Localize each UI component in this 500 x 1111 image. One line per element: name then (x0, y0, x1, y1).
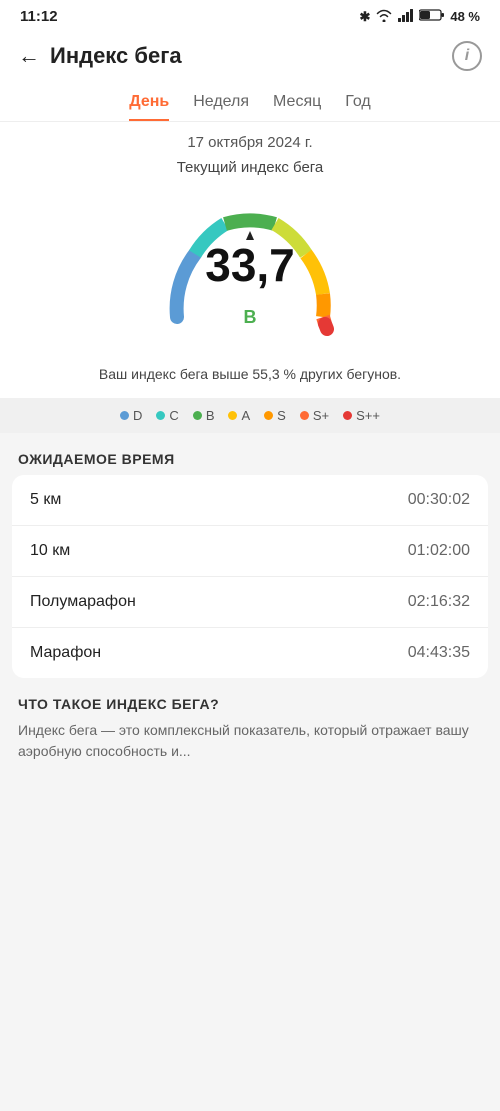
legend-dot-S (264, 411, 273, 420)
table-row: 10 км 01:02:00 (12, 526, 488, 577)
battery-icon (419, 8, 445, 25)
legend-label-Splus: S+ (313, 408, 329, 423)
tab-month[interactable]: Месяц (273, 93, 321, 121)
row-marathon-value: 04:43:35 (408, 644, 470, 662)
row-10km-value: 01:02:00 (408, 542, 470, 560)
legend-S: S (264, 408, 286, 423)
table-row: 5 км 00:30:02 (12, 475, 488, 526)
status-icons: ✱ 48 % (359, 8, 480, 25)
date-label: 17 октября 2024 г. (0, 122, 500, 155)
legend-label-D: D (133, 408, 142, 423)
legend-B: B (193, 408, 215, 423)
gauge-container: 33,7 B (130, 194, 370, 334)
legend-label-C: C (169, 408, 178, 423)
legend-Splus: S+ (300, 408, 329, 423)
table-row: Полумарафон 02:16:32 (12, 577, 488, 628)
tab-day[interactable]: День (129, 93, 169, 121)
row-halfmarathon-label: Полумарафон (30, 593, 136, 611)
row-5km-label: 5 км (30, 491, 61, 509)
legend-C: C (156, 408, 178, 423)
subtitle-label: Текущий индекс бега (0, 155, 500, 184)
expected-time-header: ОЖИДАЕМОЕ ВРЕМЯ (0, 433, 500, 475)
gauge-value: 33,7 (205, 238, 295, 292)
header-left: ← Индекс бега (18, 43, 182, 69)
bluetooth-icon: ✱ (359, 9, 370, 25)
what-is-text: Индекс бега — это комплексный показатель… (0, 720, 500, 778)
legend-label-B: B (206, 408, 215, 423)
legend-label-A: A (241, 408, 250, 423)
tab-year[interactable]: Год (345, 93, 370, 121)
status-time: 11:12 (20, 8, 58, 25)
legend-Splusplus: S++ (343, 408, 380, 423)
info-text: Ваш индекс бега выше 55,3 % других бегун… (0, 354, 500, 398)
table-row: Марафон 04:43:35 (12, 628, 488, 678)
legend-A: A (228, 408, 250, 423)
legend-dot-D (120, 411, 129, 420)
row-10km-label: 10 км (30, 542, 70, 560)
wifi-icon (375, 8, 393, 25)
legend-label-Splusplus: S++ (356, 408, 380, 423)
tab-week[interactable]: Неделя (193, 93, 249, 121)
gauge-grade: B (244, 307, 257, 328)
row-marathon-label: Марафон (30, 644, 101, 662)
status-bar: 11:12 ✱ 48 % (0, 0, 500, 31)
info-button[interactable]: i (452, 41, 482, 71)
back-button[interactable]: ← (18, 43, 40, 69)
signal-icon (398, 8, 414, 25)
page-title: Индекс бега (50, 43, 182, 69)
row-5km-value: 00:30:02 (408, 491, 470, 509)
header: ← Индекс бега i (0, 31, 500, 85)
expected-time-card: 5 км 00:30:02 10 км 01:02:00 Полумарафон… (12, 475, 488, 678)
legend-dot-Splusplus (343, 411, 352, 420)
legend-dot-B (193, 411, 202, 420)
legend-D: D (120, 408, 142, 423)
gauge-section: 33,7 B (0, 184, 500, 354)
legend-dot-C (156, 411, 165, 420)
legend: D C B A S S+ S++ (0, 398, 500, 433)
what-is-header: ЧТО ТАКОЕ ИНДЕКС БЕГА? (0, 678, 500, 720)
row-halfmarathon-value: 02:16:32 (408, 593, 470, 611)
legend-label-S: S (277, 408, 286, 423)
tab-bar: День Неделя Месяц Год (0, 85, 500, 122)
legend-dot-Splus (300, 411, 309, 420)
battery-percent: 48 % (450, 9, 480, 24)
legend-dot-A (228, 411, 237, 420)
